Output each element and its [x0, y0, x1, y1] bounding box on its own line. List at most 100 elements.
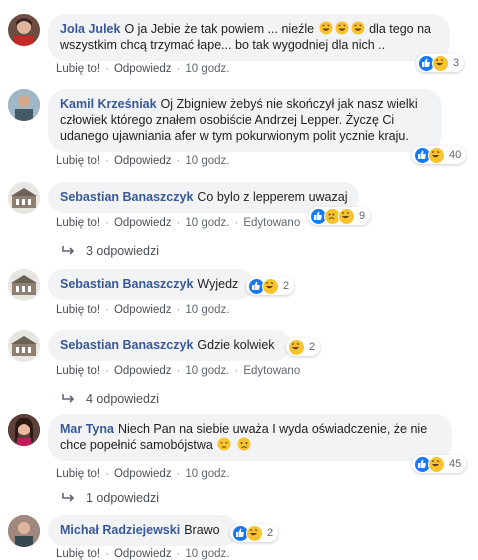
reaction-summary[interactable]: 45: [412, 455, 467, 473]
haha-reaction-icon: [432, 54, 449, 72]
comment-bubble: Mar Tyna Niech Pan na siebie uważa I wyda…: [48, 414, 452, 461]
separator: ·: [176, 155, 181, 167]
reply-link[interactable]: Odpowiedz: [114, 217, 172, 229]
separator: ·: [105, 63, 109, 75]
reaction-count: 9: [359, 210, 366, 222]
comment-author[interactable]: Sebastian Banaszczyk: [60, 277, 193, 291]
separator: ·: [105, 155, 109, 167]
separator: ·: [176, 548, 181, 560]
like-link[interactable]: Lubię to!: [56, 468, 100, 480]
comment-actions: Lubię to! · Odpowiedz · 10 godz.: [56, 304, 229, 316]
comment-bubble: Michał Radziejewski Brawo: [48, 515, 238, 546]
comment-text: Brawo: [184, 523, 220, 537]
replies-count: 3 odpowiedzi: [86, 244, 159, 258]
haha-reaction-icon: [262, 277, 279, 295]
comment-bubble: Sebastian Banaszczyk Wyjedz: [48, 269, 255, 300]
reaction-count: 2: [267, 527, 274, 539]
haha-reaction-icon: [288, 338, 305, 356]
reaction-count: 45: [449, 458, 462, 470]
like-link[interactable]: Lubię to!: [56, 63, 100, 75]
comment-bubble: Kamil Krześniak Oj Zbigniew żebyś nie sko…: [48, 89, 442, 152]
view-replies-link[interactable]: 4 odpowiedzi: [62, 392, 159, 406]
separator: ·: [176, 365, 181, 377]
separator: ·: [176, 468, 181, 480]
comment-author[interactable]: Mar Tyna: [60, 422, 114, 436]
crying-emoji-icon: [236, 437, 252, 452]
avatar[interactable]: [8, 330, 40, 362]
separator: ·: [105, 548, 109, 560]
timestamp[interactable]: 10 godz.: [185, 155, 229, 167]
like-link[interactable]: Lubię to!: [56, 365, 100, 377]
separator: ·: [105, 468, 109, 480]
reaction-summary[interactable]: 9: [308, 207, 371, 225]
like-link[interactable]: Lubię to!: [56, 304, 100, 316]
reaction-summary[interactable]: 40: [412, 146, 467, 164]
comment-text: Wyjedz: [197, 277, 239, 291]
replies-count: 1 odpowiedzi: [86, 491, 159, 505]
avatar[interactable]: [8, 14, 40, 46]
reaction-summary[interactable]: 2: [246, 277, 295, 295]
comment-actions: Lubię to! · Odpowiedz · 10 godz.: [56, 155, 229, 167]
like-link[interactable]: Lubię to!: [56, 548, 100, 560]
haha-reaction-icon: [338, 207, 355, 225]
reaction-count: 2: [283, 280, 290, 292]
reply-link[interactable]: Odpowiedz: [114, 304, 172, 316]
reaction-count: 3: [453, 57, 460, 69]
comment-author[interactable]: Sebastian Banaszczyk: [60, 190, 193, 204]
reply-link[interactable]: Odpowiedz: [114, 365, 172, 377]
separator: ·: [105, 365, 109, 377]
comment-actions: Lubię to! · Odpowiedz · 10 godz.: [56, 548, 229, 560]
reply-link[interactable]: Odpowiedz: [114, 63, 172, 75]
pensive-emoji-icon: [216, 437, 232, 452]
reply-arrow-icon: [62, 392, 76, 406]
timestamp[interactable]: 10 godz.: [185, 217, 229, 229]
avatar[interactable]: [8, 89, 40, 121]
reply-link[interactable]: Odpowiedz: [114, 548, 172, 560]
edited-label[interactable]: Edytowano: [243, 217, 300, 229]
timestamp[interactable]: 10 godz.: [185, 548, 229, 560]
comment-actions: Lubię to! · Odpowiedz · 10 godz. · Edytowano: [56, 365, 300, 377]
comment-text: O ja Jebie że tak powiem ... nieźle: [124, 22, 315, 36]
comment-text: Co bylo z lepperem uwazaj: [197, 190, 348, 204]
comment-author[interactable]: Michał Radziejewski: [60, 523, 180, 537]
timestamp[interactable]: 10 godz.: [185, 365, 229, 377]
avatar[interactable]: [8, 515, 40, 547]
reaction-count: 2: [309, 341, 316, 353]
separator: ·: [176, 304, 181, 316]
replies-count: 4 odpowiedzi: [86, 392, 159, 406]
comment-author[interactable]: Kamil Krześniak: [60, 97, 157, 111]
reaction-summary[interactable]: 2: [286, 338, 321, 356]
timestamp[interactable]: 10 godz.: [185, 468, 229, 480]
reply-link[interactable]: Odpowiedz: [114, 468, 172, 480]
edited-label[interactable]: Edytowano: [243, 365, 300, 377]
laughing-emoji-icon: [318, 21, 366, 36]
comment-author[interactable]: Sebastian Banaszczyk: [60, 338, 193, 352]
separator: ·: [176, 217, 181, 229]
view-replies-link[interactable]: 1 odpowiedzi: [62, 491, 159, 505]
timestamp[interactable]: 10 godz.: [185, 304, 229, 316]
comment-actions: Lubię to! · Odpowiedz · 10 godz.: [56, 468, 229, 480]
like-link[interactable]: Lubię to!: [56, 217, 100, 229]
comment-author[interactable]: Jola Julek: [60, 22, 120, 36]
comment-bubble: Sebastian Banaszczyk Gdzie kolwiek: [48, 330, 291, 361]
reaction-summary[interactable]: 3: [416, 54, 465, 72]
reply-link[interactable]: Odpowiedz: [114, 155, 172, 167]
separator: ·: [234, 365, 239, 377]
comment-text: Gdzie kolwiek: [197, 338, 275, 352]
avatar[interactable]: [8, 414, 40, 446]
reply-arrow-icon: [62, 244, 76, 258]
comment-bubble: Jola Julek O ja Jebie że tak powiem ... n…: [48, 14, 450, 61]
reaction-count: 40: [449, 149, 462, 161]
separator: ·: [105, 217, 109, 229]
reaction-summary[interactable]: 2: [230, 524, 279, 542]
haha-reaction-icon: [428, 146, 445, 164]
like-link[interactable]: Lubię to!: [56, 155, 100, 167]
timestamp[interactable]: 10 godz.: [185, 63, 229, 75]
avatar[interactable]: [8, 182, 40, 214]
avatar[interactable]: [8, 269, 40, 301]
separator: ·: [176, 63, 181, 75]
comment-actions: Lubię to! · Odpowiedz · 10 godz.: [56, 63, 229, 75]
view-replies-link[interactable]: 3 odpowiedzi: [62, 244, 159, 258]
separator: ·: [105, 304, 109, 316]
reply-arrow-icon: [62, 491, 76, 505]
